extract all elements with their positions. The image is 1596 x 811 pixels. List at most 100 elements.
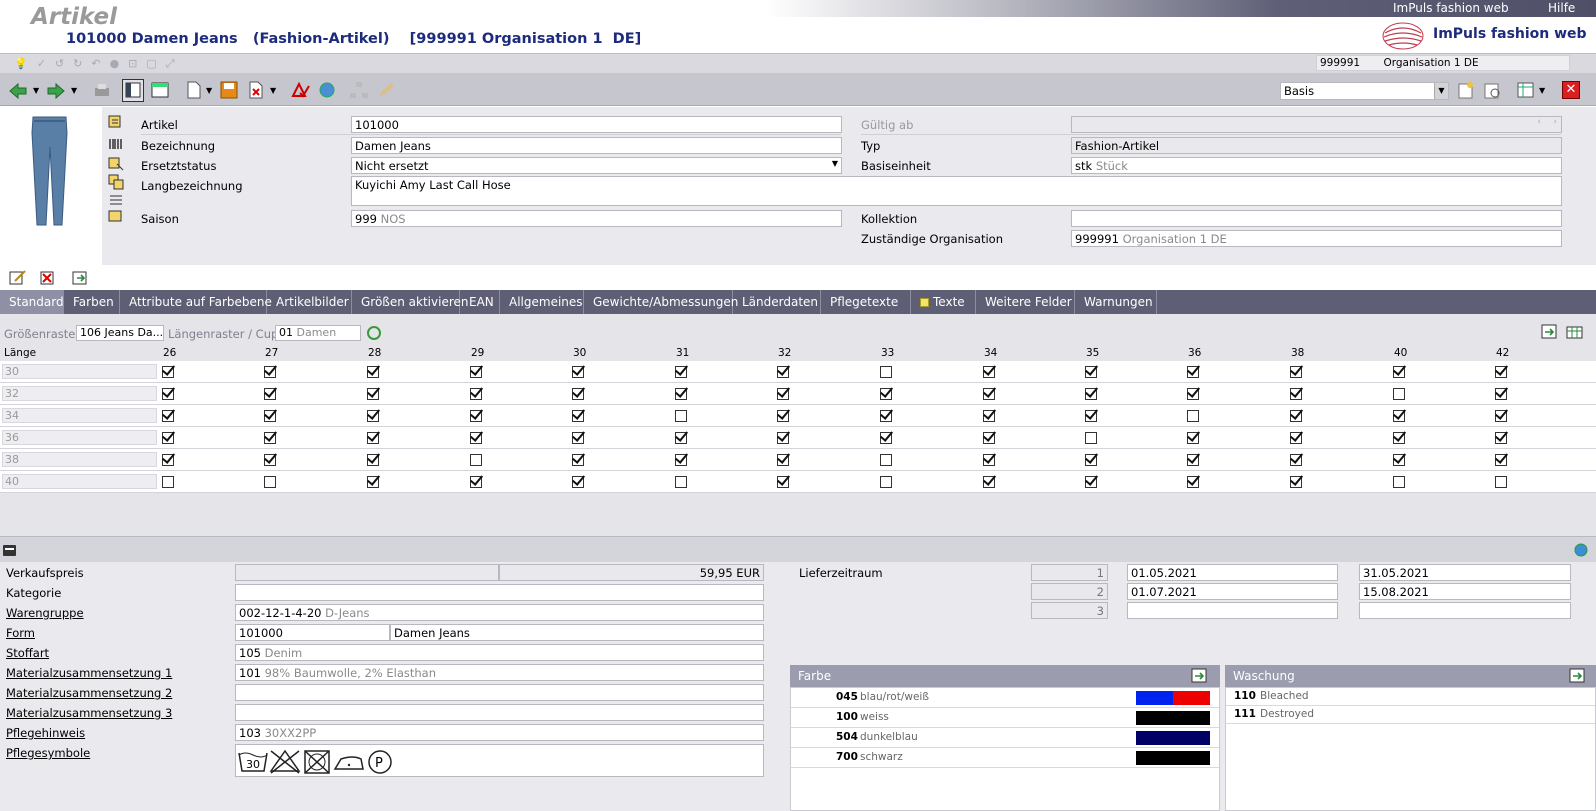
size-checkbox[interactable] xyxy=(880,388,892,400)
size-checkbox[interactable] xyxy=(572,410,584,422)
form-label[interactable]: Form xyxy=(6,626,35,640)
size-checkbox[interactable] xyxy=(470,366,482,378)
tab-allgemeines[interactable]: Allgemeines xyxy=(500,290,584,314)
size-checkbox[interactable] xyxy=(1187,476,1199,488)
list-view-icon[interactable] xyxy=(150,81,170,99)
columns-icon[interactable] xyxy=(1516,81,1536,99)
size-checkbox[interactable] xyxy=(777,410,789,422)
pflegehinweis-input[interactable]: 103 30XX2PP xyxy=(235,724,764,741)
size-checkbox[interactable] xyxy=(1393,410,1405,422)
size-checkbox[interactable] xyxy=(675,432,687,444)
size-checkbox[interactable] xyxy=(1187,432,1199,444)
size-checkbox[interactable] xyxy=(880,454,892,466)
size-checkbox[interactable] xyxy=(1187,454,1199,466)
size-checkbox[interactable] xyxy=(777,366,789,378)
long-text-icon[interactable] xyxy=(108,174,124,190)
tab-attribute-auf-farbebene[interactable]: Attribute auf Farbebene xyxy=(120,290,272,314)
size-checkbox[interactable] xyxy=(880,410,892,422)
warengruppe-label[interactable]: Warengruppe xyxy=(6,606,84,620)
size-checkbox[interactable] xyxy=(983,366,995,378)
size-checkbox[interactable] xyxy=(1290,432,1302,444)
size-checkbox[interactable] xyxy=(572,388,584,400)
size-checkbox[interactable] xyxy=(1393,366,1405,378)
app-link[interactable]: ImPuls fashion web xyxy=(1393,1,1509,15)
lieferzeitraum-from[interactable]: 01.07.2021 xyxy=(1127,583,1338,600)
new-document-icon[interactable] xyxy=(184,81,204,99)
artikel-input[interactable]: 101000 xyxy=(351,116,842,133)
size-checkbox[interactable] xyxy=(675,454,687,466)
article-image[interactable] xyxy=(0,107,102,265)
size-checkbox[interactable] xyxy=(572,432,584,444)
kategorie-input[interactable] xyxy=(235,584,764,601)
size-checkbox[interactable] xyxy=(367,432,379,444)
size-checkbox[interactable] xyxy=(1290,388,1302,400)
bezeichnung-input[interactable]: Damen Jeans xyxy=(351,137,842,154)
size-checkbox[interactable] xyxy=(1495,432,1507,444)
size-checkbox[interactable] xyxy=(983,410,995,422)
size-checkbox[interactable] xyxy=(1290,410,1302,422)
season-link-icon[interactable] xyxy=(108,209,124,225)
save-icon[interactable] xyxy=(219,81,239,99)
close-icon[interactable]: ✕ xyxy=(1562,81,1580,99)
farbe-export-icon[interactable] xyxy=(1191,668,1209,684)
tab-gewichte-abmessungen[interactable]: Gewichte/Abmessungen xyxy=(584,290,738,314)
size-checkbox[interactable] xyxy=(1085,410,1097,422)
size-checkbox[interactable] xyxy=(470,454,482,466)
organisation-input[interactable]: 999991 Organisation 1 DE xyxy=(1071,230,1562,247)
size-checkbox[interactable] xyxy=(983,454,995,466)
size-checkbox[interactable] xyxy=(162,366,174,378)
size-checkbox[interactable] xyxy=(1393,454,1405,466)
ersetztstatus-select[interactable]: Nicht ersetzt ▼ xyxy=(351,157,842,174)
size-checkbox[interactable] xyxy=(1085,454,1097,466)
pflegesymbole-label[interactable]: Pflegesymbole xyxy=(6,746,90,760)
size-checkbox[interactable] xyxy=(777,454,789,466)
back-dropdown-icon[interactable]: ▼ xyxy=(33,86,39,95)
forward-arrow-icon[interactable] xyxy=(46,82,66,100)
size-checkbox[interactable] xyxy=(264,454,276,466)
tab-texte[interactable]: Texte xyxy=(911,290,976,314)
size-checkbox[interactable] xyxy=(264,410,276,422)
size-checkbox[interactable] xyxy=(1290,366,1302,378)
refresh-sizes-icon[interactable] xyxy=(366,325,382,341)
size-checkbox[interactable] xyxy=(1290,454,1302,466)
saison-input[interactable]: 999 NOS xyxy=(351,210,842,227)
size-checkbox[interactable] xyxy=(572,454,584,466)
waschung-row[interactable]: 111 Destroyed xyxy=(1226,706,1595,724)
season-icon[interactable] xyxy=(108,192,124,208)
tab-länderdaten[interactable]: Länderdaten xyxy=(733,290,821,314)
size-checkbox[interactable] xyxy=(367,388,379,400)
size-checkbox[interactable] xyxy=(1085,476,1097,488)
farbe-row[interactable]: 504 dunkelblau xyxy=(791,728,1219,748)
mat2-label[interactable]: Materialzusammensetzung 2 xyxy=(6,686,172,700)
kollektion-input[interactable] xyxy=(1071,210,1562,227)
farbe-row[interactable]: 100 weiss xyxy=(791,708,1219,728)
tab-größen-aktivieren[interactable]: Größen aktivieren xyxy=(352,290,469,314)
size-checkbox[interactable] xyxy=(1393,432,1405,444)
barcode-icon[interactable] xyxy=(108,136,124,152)
delete-dropdown-icon[interactable]: ▼ xyxy=(270,86,276,95)
size-checkbox[interactable] xyxy=(264,388,276,400)
size-checkbox[interactable] xyxy=(1187,410,1199,422)
mat1-input[interactable]: 101 98% Baumwolle, 2% Elasthan xyxy=(235,664,764,681)
mat2-input[interactable] xyxy=(235,684,764,701)
size-checkbox[interactable] xyxy=(1495,454,1507,466)
help-link[interactable]: Hilfe xyxy=(1548,1,1575,15)
laengenraster-input[interactable]: 01 Damen xyxy=(275,325,361,341)
delete-document-icon[interactable] xyxy=(246,81,266,99)
form-view-toggle[interactable] xyxy=(122,79,144,102)
size-checkbox[interactable] xyxy=(264,432,276,444)
refresh-icon[interactable] xyxy=(317,81,337,99)
size-checkbox[interactable] xyxy=(367,366,379,378)
grid-settings-icon[interactable] xyxy=(1566,324,1584,340)
tab-weitere-felder[interactable]: Weitere Felder xyxy=(976,290,1075,314)
tab-pflegetexte[interactable]: Pflegetexte xyxy=(821,290,911,314)
forward-dropdown-icon[interactable]: ▼ xyxy=(71,86,77,95)
edit-image-icon[interactable] xyxy=(9,270,27,286)
replace-status-icon[interactable] xyxy=(108,155,124,171)
size-checkbox[interactable] xyxy=(470,410,482,422)
size-checkbox[interactable] xyxy=(1085,366,1097,378)
tab-standard[interactable]: Standard xyxy=(0,290,64,314)
columns-dropdown-icon[interactable]: ▼ xyxy=(1539,86,1545,95)
size-checkbox[interactable] xyxy=(1187,366,1199,378)
size-checkbox[interactable] xyxy=(367,476,379,488)
